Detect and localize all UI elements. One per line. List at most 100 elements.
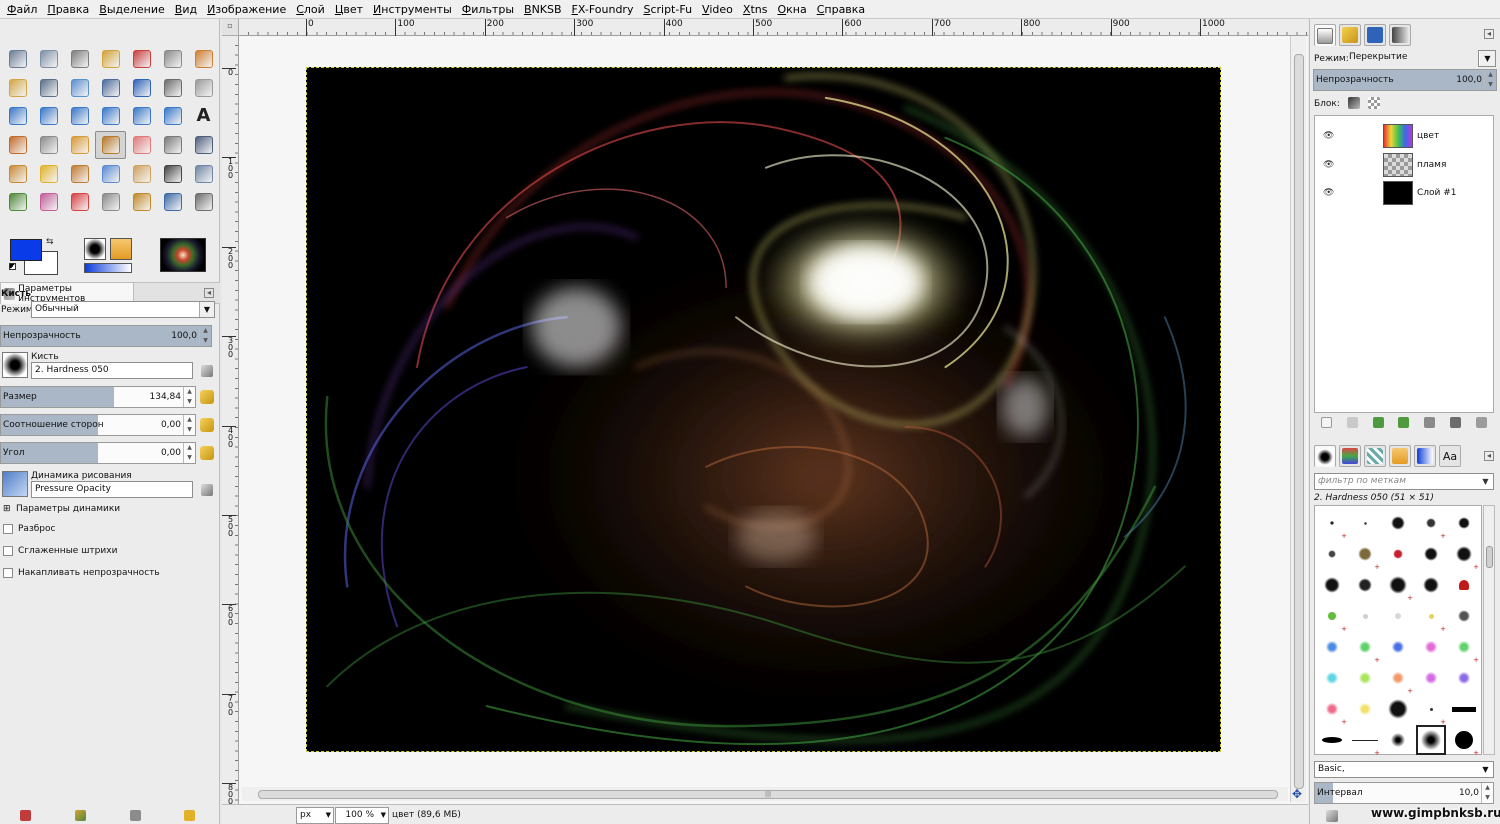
- brush-cell[interactable]: [1350, 508, 1380, 538]
- new-layer-group-icon[interactable]: [1347, 417, 1359, 428]
- menu-item-12[interactable]: Video: [697, 0, 738, 19]
- swap-colors-icon[interactable]: ⇆: [46, 237, 54, 247]
- navigate-icon[interactable]: ✥: [1292, 787, 1302, 801]
- reset-angle-icon[interactable]: [200, 446, 214, 460]
- tool-button-blur[interactable]: [95, 159, 126, 188]
- restore-options-icon[interactable]: [75, 810, 86, 821]
- reset-options-icon[interactable]: [184, 810, 195, 821]
- menu-item-10[interactable]: FX-Foundry: [567, 0, 639, 19]
- dock-menu-icon[interactable]: ◂: [1484, 29, 1494, 39]
- brush-cell[interactable]: [1449, 601, 1479, 631]
- tool-button-ellipse-select[interactable]: [33, 45, 64, 74]
- tab-fonts[interactable]: Aa: [1439, 445, 1461, 467]
- tool-button-plugin[interactable]: [188, 188, 219, 217]
- menu-item-13[interactable]: Xtns: [738, 0, 773, 19]
- brush-cell[interactable]: [1317, 632, 1347, 662]
- spin-arrows-icon[interactable]: ▲ ▼: [183, 387, 195, 407]
- brush-cell[interactable]: +: [1416, 694, 1446, 726]
- menu-item-8[interactable]: Фильтры: [457, 0, 519, 19]
- reset-aspect-icon[interactable]: [200, 418, 214, 432]
- brush-cell[interactable]: [1449, 508, 1479, 538]
- size-slider[interactable]: Размер 134,84 ▲ ▼: [0, 386, 196, 408]
- brush-cell[interactable]: [1317, 539, 1347, 569]
- menu-item-4[interactable]: Изображение: [202, 0, 291, 19]
- brush-cell[interactable]: +: [1383, 570, 1413, 602]
- mode-select[interactable]: Обычный ▼: [31, 301, 215, 318]
- brush-spacing-slider[interactable]: Интервал 10,0 ▲ ▼: [1314, 782, 1494, 804]
- edit-brush-icon[interactable]: [1326, 810, 1338, 822]
- aspect-ratio-slider[interactable]: Соотношение сторон 0,00 ▲ ▼: [0, 414, 196, 436]
- tool-button-cage[interactable]: [157, 102, 188, 131]
- brush-grid-scrollbar[interactable]: [1483, 505, 1495, 755]
- brush-cell[interactable]: +: [1383, 663, 1413, 695]
- brush-cell[interactable]: [1416, 632, 1446, 662]
- brush-cell[interactable]: [1383, 725, 1413, 755]
- brush-cell[interactable]: +: [1350, 632, 1380, 664]
- dynamics-thumbnail[interactable]: [2, 471, 28, 497]
- foreground-color-swatch[interactable]: [10, 239, 42, 261]
- brush-grid[interactable]: + + + + + + + + + + + + + +: [1314, 505, 1482, 757]
- tool-button-bucket-fill[interactable]: [2, 131, 33, 160]
- tool-button-eraser[interactable]: [126, 131, 157, 160]
- tool-button-shear[interactable]: [64, 102, 95, 131]
- tool-button-dodge-burn[interactable]: [157, 159, 188, 188]
- save-options-icon[interactable]: [20, 810, 31, 821]
- tool-button-airbrush[interactable]: [157, 131, 188, 160]
- brush-cell[interactable]: [1350, 663, 1380, 693]
- menu-item-9[interactable]: BNKSB: [519, 0, 567, 19]
- tool-button-color-picker[interactable]: [33, 74, 64, 103]
- horizontal-scroll-thumb[interactable]: |||: [258, 790, 1278, 799]
- menu-item-11[interactable]: Script-Fu: [638, 0, 697, 19]
- tool-button-color-balance[interactable]: [33, 188, 64, 217]
- brush-cell[interactable]: +: [1449, 725, 1479, 757]
- delete-options-icon[interactable]: [130, 810, 141, 821]
- tab-gradients[interactable]: [1414, 445, 1436, 467]
- image-canvas[interactable]: [306, 67, 1221, 752]
- active-brush-preview[interactable]: [84, 238, 106, 260]
- tool-button-heal[interactable]: [33, 159, 64, 188]
- brush-cell[interactable]: [1416, 539, 1446, 569]
- layer-mode-dropdown[interactable]: ▼: [1478, 50, 1496, 67]
- brush-name-field[interactable]: 2. Hardness 050: [31, 362, 193, 379]
- duplicate-layer-icon[interactable]: [1424, 417, 1436, 428]
- horizontal-ruler[interactable]: 0 100 200 300 400 500 600 700 800 900 1000: [239, 19, 1308, 36]
- tool-button-color-select[interactable]: [126, 45, 157, 74]
- menu-item-5[interactable]: Слой: [291, 0, 330, 19]
- layer-opacity-slider[interactable]: Непрозрачность 100,0 ▲ ▼: [1313, 69, 1497, 91]
- tool-button-text[interactable]: A: [188, 102, 219, 131]
- eye-icon[interactable]: 👁: [1323, 160, 1337, 170]
- active-image-preview[interactable]: [160, 238, 206, 272]
- menu-item-3[interactable]: Вид: [170, 0, 202, 19]
- dynamics-options-expander[interactable]: Параметры динамики: [16, 504, 120, 514]
- eye-icon[interactable]: 👁: [1323, 131, 1337, 141]
- brush-cell[interactable]: [1350, 694, 1380, 724]
- dock-menu-icon[interactable]: ◂: [1484, 451, 1494, 461]
- menu-item-14[interactable]: Окна: [772, 0, 811, 19]
- active-pattern-preview[interactable]: [110, 238, 132, 260]
- brush-cell[interactable]: +: [1317, 508, 1347, 540]
- brush-cell[interactable]: +: [1350, 725, 1380, 757]
- expand-icon[interactable]: ⊞: [3, 504, 11, 514]
- angle-slider[interactable]: Угол 0,00 ▲ ▼: [0, 442, 196, 464]
- vertical-ruler[interactable]: 0 100 200 300 400 500 600 700 800: [222, 36, 239, 806]
- brush-cell[interactable]: [1449, 663, 1479, 693]
- tool-button-move[interactable]: [126, 74, 157, 103]
- brush-cell[interactable]: [1317, 663, 1347, 693]
- tool-button-flip[interactable]: [126, 102, 157, 131]
- brush-cell[interactable]: +: [1449, 539, 1479, 571]
- brush-cell[interactable]: +: [1416, 508, 1446, 540]
- spin-arrows-icon[interactable]: ▲ ▼: [199, 326, 211, 346]
- tool-button-brightness-contrast[interactable]: [126, 188, 157, 217]
- tool-button-paintbrush[interactable]: [95, 130, 126, 160]
- reset-size-icon[interactable]: [200, 390, 214, 404]
- tool-button-paths[interactable]: [2, 74, 33, 103]
- anchor-layer-icon[interactable]: [1449, 417, 1461, 428]
- lower-layer-icon[interactable]: [1398, 417, 1410, 428]
- layer-row[interactable]: 👁 цвет: [1315, 122, 1493, 150]
- brush-cell[interactable]: [1416, 663, 1446, 693]
- tab-palettes[interactable]: [1339, 445, 1361, 467]
- brush-grid-scroll-thumb[interactable]: [1486, 546, 1493, 568]
- new-layer-icon[interactable]: [1321, 417, 1333, 428]
- tool-button-clone[interactable]: [2, 159, 33, 188]
- dynamics-name-field[interactable]: Pressure Opacity: [31, 481, 193, 498]
